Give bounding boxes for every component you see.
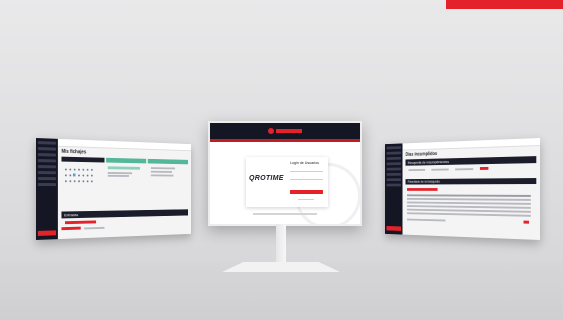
pagination-current[interactable]: [523, 220, 529, 224]
sidebar-item[interactable]: [386, 172, 402, 176]
calendar-day[interactable]: [69, 168, 72, 171]
calendar-day[interactable]: [86, 174, 89, 177]
exit-text: [150, 170, 172, 173]
results-header: Resultado de la búsqueda: [405, 178, 537, 185]
sidebar-item[interactable]: [37, 165, 57, 169]
brand-corner-flag: [446, 0, 563, 9]
entry-text: [107, 174, 129, 177]
calendar-day[interactable]: [73, 168, 76, 171]
table-header: [406, 194, 531, 197]
calendar-day[interactable]: [65, 180, 67, 183]
forgot-password-link[interactable]: [298, 199, 314, 200]
calendar-day[interactable]: [91, 180, 93, 183]
sidebar-item[interactable]: [386, 156, 402, 160]
password-field[interactable]: [290, 179, 323, 180]
login-title: Login de Usuarios: [290, 161, 319, 165]
brand-logo: QROTIME: [249, 175, 284, 182]
calendar-day[interactable]: [82, 180, 85, 183]
calendar-day[interactable]: [78, 174, 80, 177]
calendar-day[interactable]: [91, 168, 93, 171]
action-button[interactable]: [65, 220, 97, 225]
entry-header: [106, 157, 147, 164]
filter-field[interactable]: [455, 168, 474, 170]
calendar-day[interactable]: [78, 180, 80, 183]
filter-field[interactable]: [408, 168, 426, 171]
page-title: Días incumplidos: [405, 151, 438, 158]
filter-title: Búsqueda de incumplimientos: [407, 159, 449, 165]
sidebar-item[interactable]: [386, 167, 402, 171]
sidebar-item[interactable]: [386, 146, 402, 150]
export-links[interactable]: [84, 226, 105, 229]
calendar-day[interactable]: [65, 174, 67, 177]
monitor-screen: QROTIME Login de Usuarios: [208, 121, 362, 226]
sidebar-item[interactable]: [37, 171, 57, 175]
footer-copyright: [253, 213, 317, 215]
sidebar-item[interactable]: [386, 183, 402, 187]
calendar-header: [61, 156, 105, 163]
calendar-day[interactable]: [73, 180, 76, 183]
exit-text: [150, 174, 174, 177]
app-logo: [268, 128, 302, 134]
accent-bar: [210, 139, 360, 142]
sidebar-item[interactable]: [37, 147, 57, 151]
results-title: Resultado de la búsqueda: [407, 179, 440, 184]
left-screen: Mis fichajes Entradas: [36, 138, 191, 240]
sidebar-logo: [386, 225, 402, 231]
sidebar-item[interactable]: [37, 153, 57, 157]
calendar-day-selected[interactable]: [72, 173, 76, 177]
entry-row: [107, 166, 140, 170]
topbar: [402, 138, 540, 151]
calendar-day[interactable]: [69, 174, 72, 177]
calendar-day[interactable]: [91, 174, 93, 177]
exit-text: [150, 167, 175, 169]
sidebar-item[interactable]: [386, 151, 402, 155]
calendar-day[interactable]: [82, 174, 85, 177]
sidebar-logo: [37, 230, 57, 236]
calendar-day[interactable]: [78, 168, 80, 171]
search-button[interactable]: [479, 166, 489, 170]
table-row: [406, 205, 531, 209]
monitor-neck: [276, 224, 286, 264]
entry-text: [107, 172, 133, 174]
table-row: [406, 201, 531, 205]
calendar-day[interactable]: [86, 168, 89, 171]
page-title: Mis fichajes: [61, 148, 87, 156]
sidebar-item[interactable]: [37, 141, 57, 145]
sidebar-item[interactable]: [37, 159, 57, 163]
sidebar-item[interactable]: [37, 183, 57, 187]
calendar-day[interactable]: [69, 180, 72, 183]
filter-header: Búsqueda de incumplimientos: [405, 156, 537, 166]
table-row: [406, 197, 531, 201]
export-button[interactable]: [61, 226, 81, 231]
logo-icon: [268, 128, 274, 134]
table-footer: [406, 218, 446, 221]
login-card: QROTIME Login de Usuarios: [246, 157, 328, 207]
exit-header: [147, 158, 189, 165]
sidebar-item[interactable]: [386, 162, 402, 166]
header-bar: [210, 123, 360, 139]
sidebar-item[interactable]: [386, 178, 402, 182]
section-title: Entradas: [64, 212, 79, 218]
sidebar: [385, 143, 403, 235]
calendar-day[interactable]: [86, 180, 89, 183]
login-button[interactable]: [290, 190, 323, 194]
section-header: Entradas: [61, 209, 189, 219]
calendar-day[interactable]: [82, 168, 85, 171]
sidebar: [36, 138, 58, 240]
sidebar-item[interactable]: [37, 177, 57, 181]
username-field[interactable]: [290, 171, 323, 172]
filter-field[interactable]: [431, 168, 449, 171]
table-row: [406, 212, 531, 217]
logo-wordmark: [276, 129, 302, 133]
calendar-day[interactable]: [65, 168, 67, 171]
right-screen: Días incumplidos Búsqueda de incumplimie…: [385, 138, 540, 240]
export-buttons[interactable]: [406, 188, 438, 191]
